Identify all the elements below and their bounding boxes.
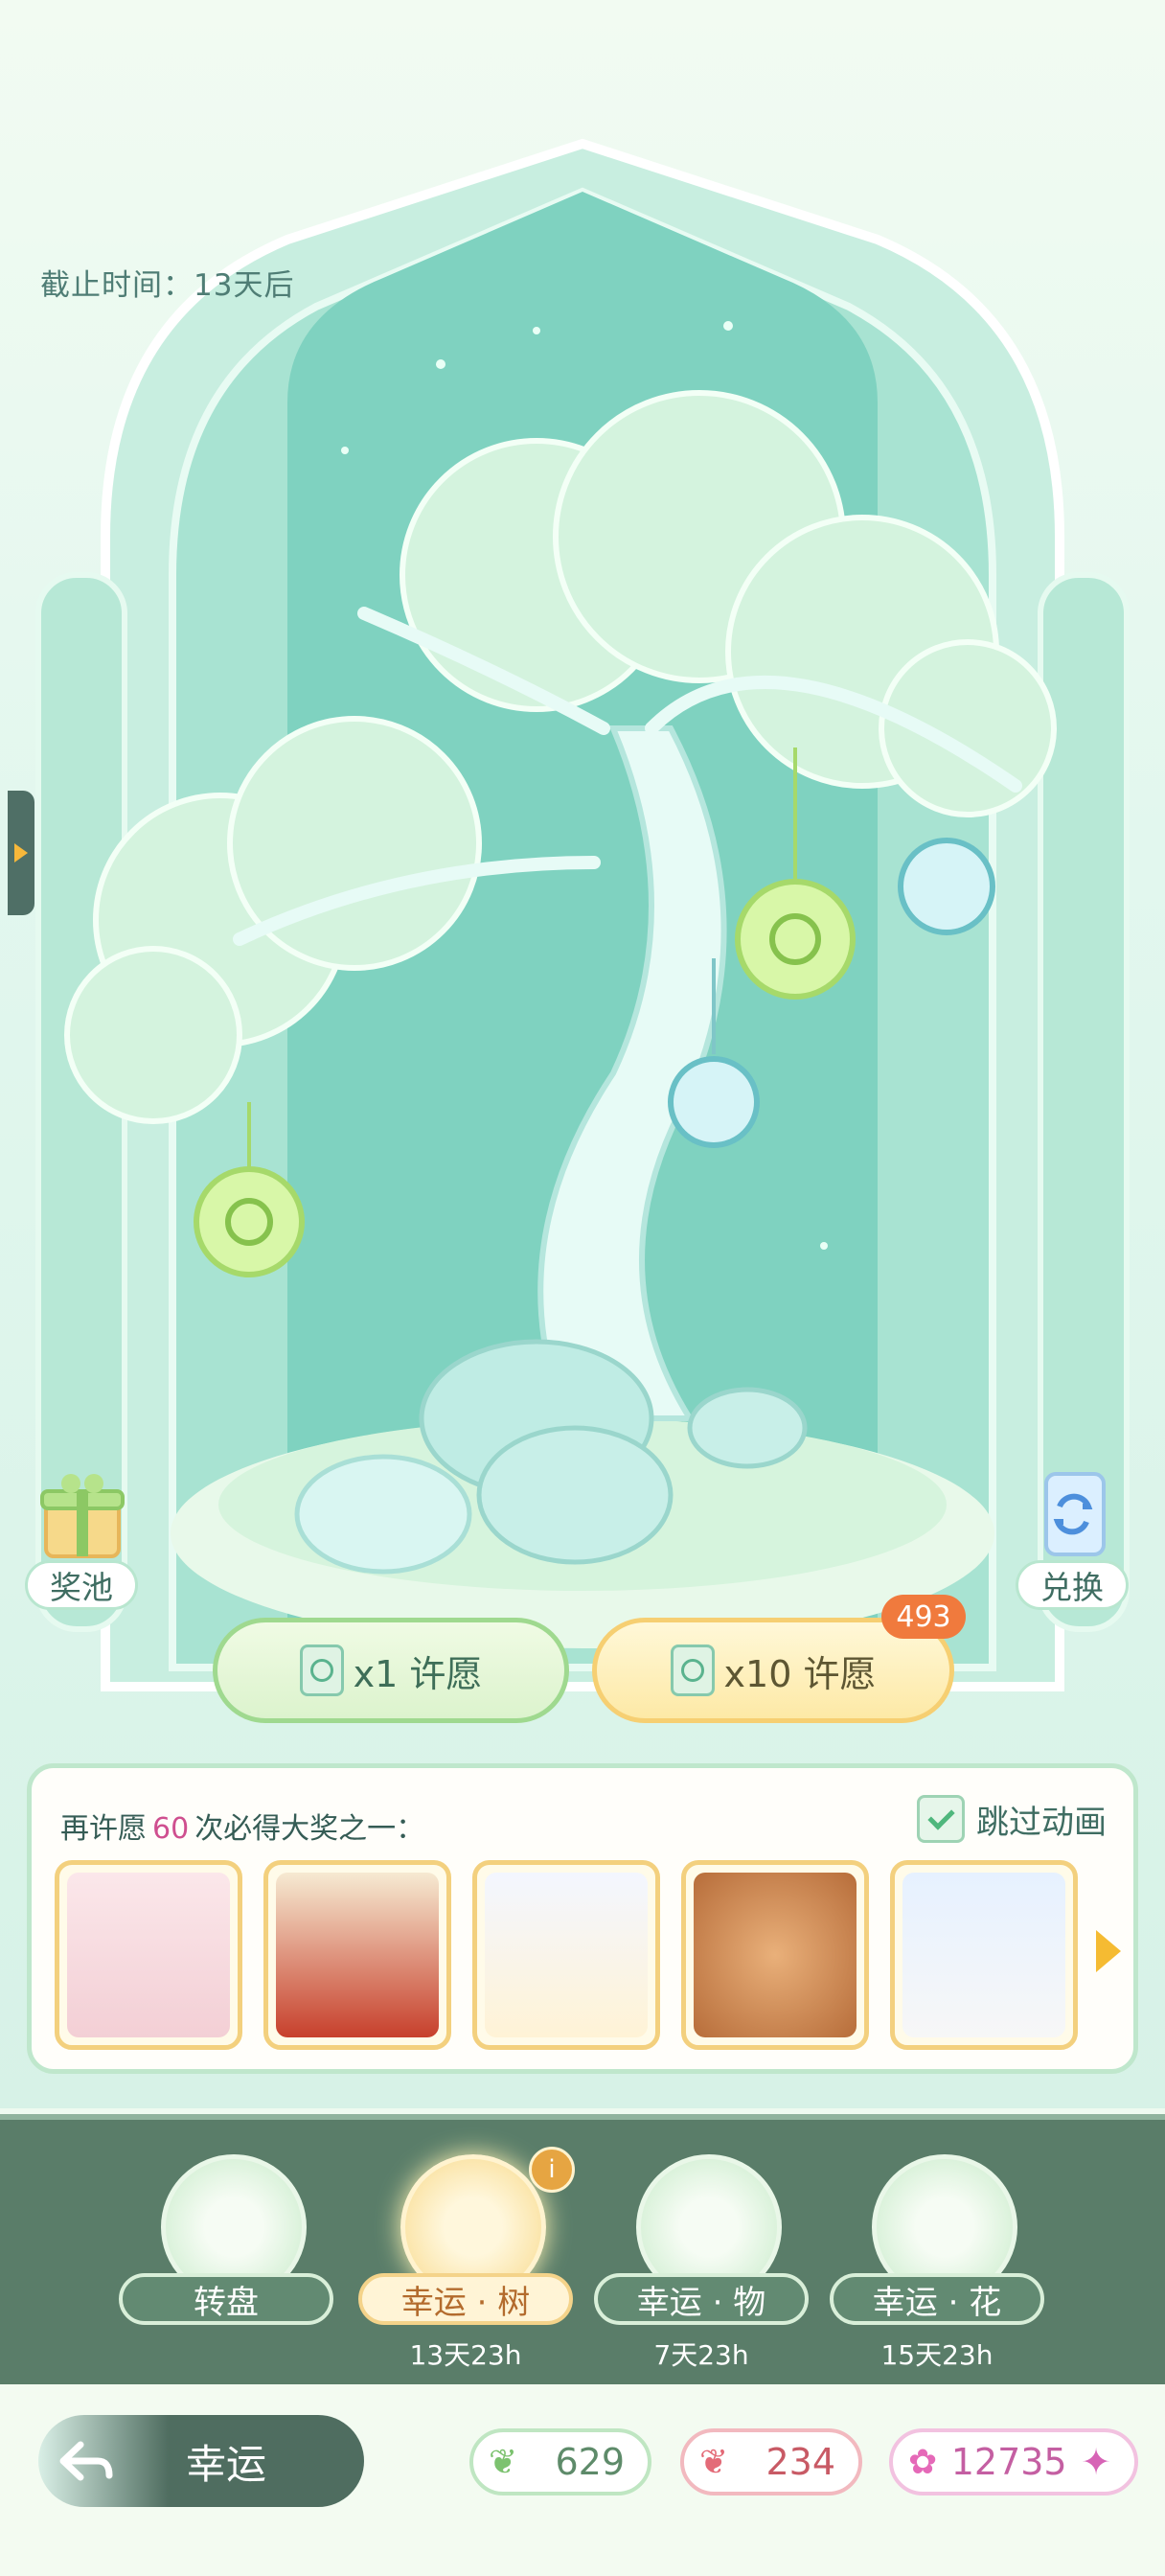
- wish-ticket-icon: [299, 1644, 344, 1696]
- arrow-right-icon: [14, 843, 28, 862]
- side-panel-toggle[interactable]: [8, 791, 34, 915]
- tab-lucky-flower[interactable]: 幸运 · 花 15天23h: [822, 2120, 1052, 2390]
- tab-label: 幸运 · 物: [594, 2273, 809, 2325]
- back-button[interactable]: 幸运: [38, 2415, 364, 2507]
- wish-x10-label: x10 许愿: [723, 1652, 877, 1695]
- guarantee-text: 再许愿 60 次必得大奖之一：: [60, 1805, 424, 1847]
- red-feather-icon: ❦: [699, 2442, 729, 2482]
- deadline-text: 截止时间：13天后: [40, 268, 295, 303]
- tab-timer: 7天23h: [653, 2339, 749, 2371]
- mode-tab-bar: 转盘 i 幸运 · 树 13天23h 幸运 · 物 7天23h 幸运 · 花 1…: [0, 2114, 1165, 2390]
- green-leaf-icon: ❦: [489, 2442, 518, 2482]
- prize-pool-label: 奖池: [25, 1560, 138, 1610]
- checkbox-checked-icon[interactable]: [917, 1795, 965, 1843]
- prize-pool-button[interactable]: 奖池: [25, 1466, 140, 1610]
- exchange-card-icon: [1044, 1472, 1106, 1556]
- resource-value: 629: [555, 2441, 625, 2483]
- skip-animation-label: 跳过动画: [976, 1803, 1107, 1842]
- bottom-bar: 幸运 ❦ 629 ❦ 234 ✿ 12735 ✦: [0, 2384, 1165, 2576]
- prize-item[interactable]: [890, 1860, 1078, 2050]
- wish-x1-button[interactable]: x1 许愿: [213, 1618, 569, 1723]
- pink-star-icon: ✿: [908, 2442, 938, 2482]
- tab-label: 幸运 · 花: [830, 2273, 1044, 2325]
- guarantee-suffix: 次必得大奖之一：: [194, 1812, 425, 1846]
- gift-box-icon: [40, 1474, 125, 1558]
- info-icon[interactable]: i: [529, 2147, 575, 2193]
- guarantee-count: 60: [152, 1812, 190, 1846]
- wish-ticket-icon: [670, 1644, 715, 1696]
- tab-label: 转盘: [119, 2273, 333, 2325]
- resource-red-feather[interactable]: ❦ 234: [680, 2428, 862, 2496]
- exchange-button[interactable]: 兑换: [1016, 1466, 1131, 1610]
- tab-wheel[interactable]: 转盘: [111, 2120, 341, 2390]
- page-title: 幸运: [186, 2440, 267, 2488]
- chevron-right-icon: [1096, 1930, 1121, 1972]
- prize-item[interactable]: [472, 1860, 660, 2050]
- guarantee-panel: 再许愿 60 次必得大奖之一： 跳过动画: [27, 1763, 1138, 2074]
- tab-lucky-tree[interactable]: i 幸运 · 树 13天23h: [351, 2120, 581, 2390]
- prize-next-arrow[interactable]: [1089, 1918, 1128, 1985]
- resource-value: 12735: [950, 2441, 1067, 2483]
- wish-x1-label: x1 许愿: [353, 1652, 483, 1695]
- prize-item[interactable]: [55, 1860, 242, 2050]
- resource-pink-star[interactable]: ✿ 12735 ✦: [889, 2428, 1138, 2496]
- prize-item[interactable]: [681, 1860, 869, 2050]
- back-arrow-icon: [59, 2441, 113, 2481]
- resource-green-leaf[interactable]: ❦ 629: [469, 2428, 651, 2496]
- add-icon[interactable]: ✦: [1081, 2441, 1111, 2483]
- skip-animation-toggle[interactable]: 跳过动画: [917, 1795, 1107, 1843]
- prize-list: [55, 1860, 1099, 2054]
- tab-label: 幸运 · 树: [358, 2273, 573, 2325]
- tab-timer: 13天23h: [409, 2339, 522, 2371]
- resource-value: 234: [765, 2441, 835, 2483]
- prize-item[interactable]: [263, 1860, 451, 2050]
- exchange-label: 兑换: [1016, 1560, 1129, 1610]
- wish-tree-scene: 截止时间：13天后 奖池 兑换 x1 许愿 x10 许愿 493 再许愿 60 次必…: [0, 0, 1165, 2108]
- ticket-count-badge: 493: [881, 1595, 966, 1639]
- tab-lucky-item[interactable]: 幸运 · 物 7天23h: [586, 2120, 816, 2390]
- tab-timer: 15天23h: [880, 2339, 994, 2371]
- guarantee-prefix: 再许愿: [60, 1812, 147, 1846]
